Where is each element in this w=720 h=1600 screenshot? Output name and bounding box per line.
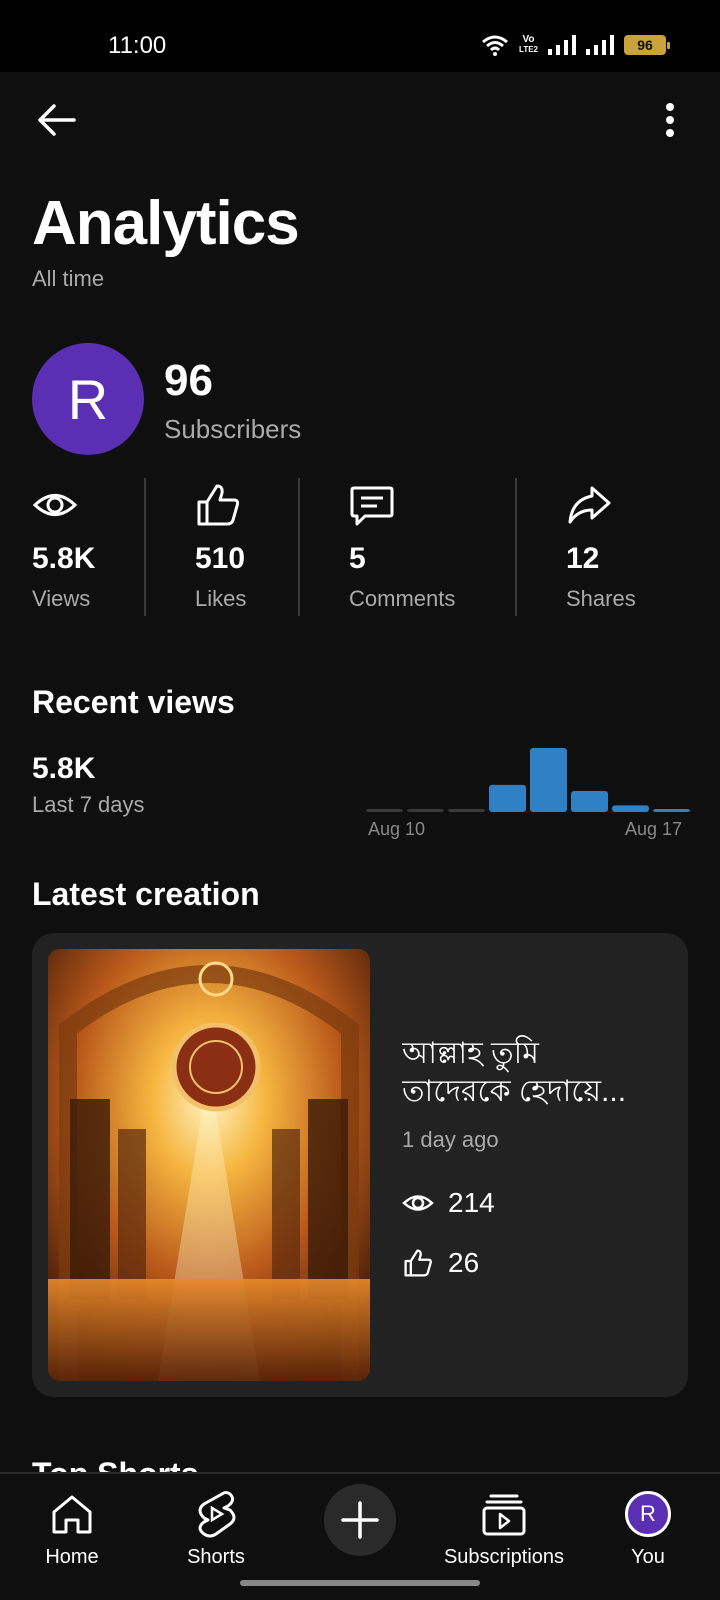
chart-bar (489, 784, 526, 812)
video-likes: 26 (402, 1247, 479, 1279)
stat-label: Views (32, 586, 91, 611)
subscriber-count: 96 (164, 356, 213, 405)
share-icon (568, 486, 611, 524)
stat-label: Comments (349, 586, 456, 611)
recent-views-value: 5.8K (32, 752, 96, 785)
more-vertical-icon (666, 103, 674, 137)
chart-bar (530, 748, 567, 812)
channel-avatar: R (32, 343, 144, 455)
status-icons: Vo LTE2 96 (481, 34, 670, 56)
subscriber-label: Subscribers (164, 414, 302, 444)
nav-subscriptions[interactable]: Subscriptions (440, 1474, 568, 1574)
nav-you[interactable]: R You (616, 1474, 680, 1574)
chart-x-end-label: Aug 17 (625, 819, 683, 839)
stat-label: Shares (566, 586, 636, 611)
video-views-count: 214 (448, 1187, 495, 1218)
chart-bar (653, 809, 690, 812)
status-bar: 11:00 Vo LTE2 96 (0, 0, 720, 72)
video-likes-count: 26 (448, 1247, 480, 1278)
thumbs-up-icon (197, 484, 240, 526)
page-subtitle: All time (32, 266, 105, 291)
comment-icon (350, 486, 394, 526)
eye-icon (402, 1195, 434, 1211)
chart-bar (571, 790, 608, 812)
nav-label: Subscriptions (443, 1546, 565, 1568)
create-button[interactable] (324, 1484, 396, 1556)
nav-label: Home (45, 1546, 99, 1568)
shorts-icon (190, 1488, 242, 1540)
thumbnail-image (48, 949, 370, 1381)
nav-home[interactable]: Home (36, 1474, 108, 1574)
you-avatar-icon: R (622, 1488, 674, 1540)
status-time: 11:00 (108, 32, 167, 59)
video-title-line: আল্লাহ তুমি (402, 1037, 539, 1070)
chart-bar (407, 809, 444, 812)
stat-value: 5.8K (32, 542, 96, 575)
stat-label: Likes (195, 586, 247, 611)
chart-x-start-label: Aug 10 (368, 819, 426, 839)
eye-icon (32, 494, 78, 516)
recent-views-period: Last 7 days (32, 792, 145, 817)
chart-bar (612, 805, 649, 812)
video-title-line: তাদেরকে হেদায়ে... (402, 1075, 627, 1108)
latest-creation-title: Latest creation (32, 876, 260, 912)
latest-creation-card[interactable]: আল্লাহ তুমি তাদেরকে হেদায়ে... 1 day ago… (32, 933, 688, 1397)
plus-icon (341, 1501, 379, 1539)
more-options-button[interactable] (650, 94, 690, 146)
volte-icon: Vo LTE2 (519, 35, 538, 55)
home-indicator (240, 1580, 480, 1586)
chart-bar (366, 809, 403, 812)
stat-value: 12 (566, 542, 600, 575)
wifi-icon (482, 35, 508, 56)
volte-top: Vo (522, 34, 535, 45)
back-button[interactable] (30, 94, 82, 146)
page-title: Analytics (32, 189, 300, 258)
signal-icon (586, 35, 614, 55)
home-icon (46, 1488, 98, 1540)
you-avatar: R (625, 1491, 671, 1537)
top-bar (0, 72, 720, 168)
nav-shorts[interactable]: Shorts (176, 1474, 256, 1574)
stats-row: 5.8K Views 510 Likes 5 Comments 12 Share… (0, 478, 720, 616)
arrow-left-icon (38, 104, 76, 136)
battery-icon: 96 (624, 35, 670, 55)
nav-label: Shorts (187, 1546, 245, 1568)
stat-value: 510 (195, 542, 246, 575)
divider (298, 478, 300, 616)
stat-value: 5 (349, 542, 366, 575)
signal-icon (548, 35, 576, 55)
nav-label: You (631, 1546, 665, 1568)
video-thumbnail[interactable] (48, 949, 370, 1381)
video-views: 214 (402, 1187, 495, 1219)
volte-bottom: LTE2 (519, 45, 538, 54)
video-age: 1 day ago (402, 1127, 499, 1152)
subscriptions-icon (478, 1488, 530, 1540)
divider (515, 478, 517, 616)
video-title[interactable]: আল্লাহ তুমি তাদেরকে হেদায়ে... (402, 1035, 662, 1111)
chart-bar (448, 809, 485, 812)
divider (144, 478, 146, 616)
thumbs-up-icon (404, 1249, 432, 1277)
recent-views-title: Recent views (32, 684, 235, 720)
